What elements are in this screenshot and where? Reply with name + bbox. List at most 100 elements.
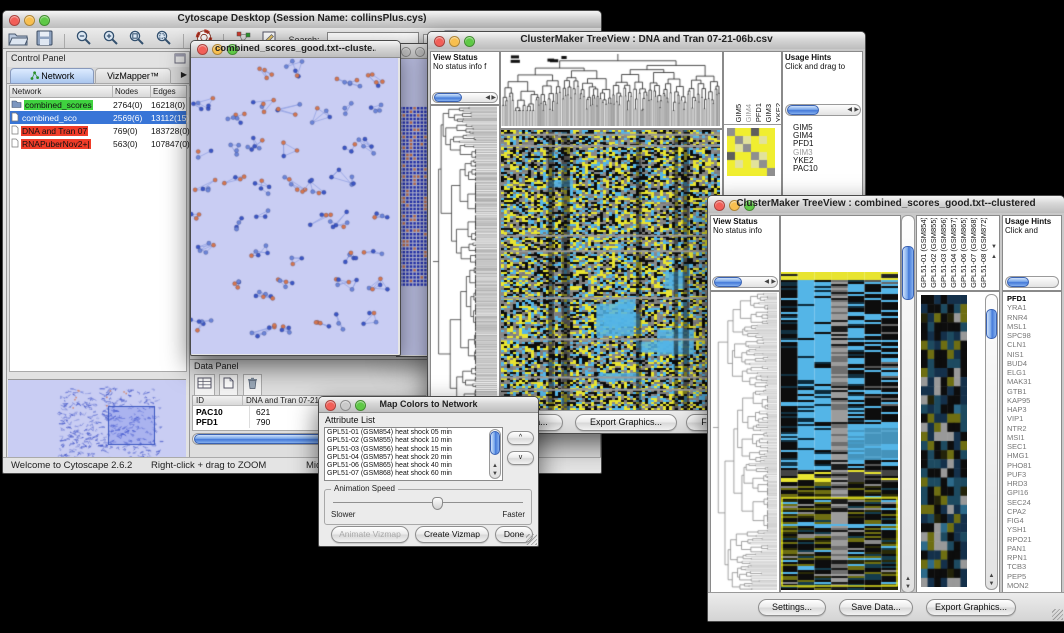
speed-slider-thumb[interactable] [432, 497, 443, 510]
tv1-heatmap-panel [500, 129, 723, 413]
attribute-items[interactable]: GPL51-01 (GSM854) heat shock 05 minGPL51… [325, 428, 502, 480]
tv2-row-dendrogram-panel [710, 291, 780, 593]
close-button[interactable] [325, 400, 336, 411]
move-up-button[interactable]: ^ [507, 431, 534, 445]
gene-labels: PFD1YRA1RNR4MSL1SPC98CLN1NIS1BUD4ELG1MAK… [1007, 294, 1032, 590]
view-status-info: No status info f [431, 62, 499, 71]
control-panel-header: Control Panel [7, 52, 189, 67]
attribute-listbox[interactable]: GPL51-01 (GSM854) heat shock 05 minGPL51… [324, 427, 503, 481]
float-panel-icon[interactable] [174, 53, 186, 66]
control-panel-tabs: Network VizMapper™ ▶ [7, 67, 189, 84]
open-session-button[interactable] [7, 29, 29, 47]
tv2-usage-panel: Usage Hints Click and [1002, 215, 1062, 291]
close-button[interactable] [401, 47, 411, 57]
delete-attribute-icon[interactable] [243, 374, 262, 396]
id-cells[interactable]: PAC10PFD1 [193, 406, 250, 428]
tv2-heatmap-vscrollbar[interactable]: ▲▼ [901, 215, 915, 593]
speed-slider-track[interactable] [333, 502, 523, 503]
tv1-col-dendrogram[interactable] [501, 52, 720, 126]
minimize-button[interactable] [415, 47, 425, 57]
network-row[interactable]: RNAPuberNov2+|563(0)107847(0) [10, 137, 186, 150]
tv2-view-status-panel: View Status No status info ◀▶ [710, 215, 780, 291]
select-attributes-icon[interactable] [194, 374, 215, 396]
tv2-column-labels: GPL51-01 (GSM854)GPL51-02 (GSM855)GPL51-… [919, 218, 989, 288]
treeview2-titlebar[interactable]: ClusterMaker TreeView : combined_scores_… [708, 196, 1064, 214]
network-row[interactable]: combined_scores2764(0)16218(0) [10, 98, 186, 111]
main-titlebar[interactable]: Cytoscape Desktop (Session Name: collins… [3, 11, 601, 29]
network-row[interactable]: combined_sco2569(6)13112(15) [10, 111, 186, 124]
tv1-uh-scrollbar[interactable]: ◀▶ [785, 104, 861, 116]
col-edges[interactable]: Edges [151, 86, 190, 97]
animation-speed-label: Animation Speed [331, 484, 398, 493]
tv2-export-graphics-button[interactable]: Export Graphics... [926, 599, 1016, 616]
tv1-vs-scrollbar[interactable]: ◀▶ [432, 92, 498, 103]
id-column-header[interactable]: ID [193, 396, 243, 405]
close-button[interactable] [9, 15, 20, 26]
zoom-fit-button[interactable] [126, 28, 148, 46]
doc-icon [11, 138, 19, 150]
faster-label: Faster [502, 510, 525, 519]
tab-vizmapper[interactable]: VizMapper™ [95, 68, 171, 84]
tv1-row-dendrogram-panel [430, 105, 500, 413]
value-cells[interactable]: 621790 [250, 406, 276, 428]
zoom-out-button[interactable] [73, 28, 95, 46]
col-network[interactable]: Network [10, 86, 113, 97]
zoom-selected-button[interactable] [153, 28, 175, 46]
treeview2-content: View Status No status info ◀▶ ▲▼ GPL51-0… [708, 213, 1064, 621]
treeview2-window: ClusterMaker TreeView : combined_scores_… [707, 195, 1064, 622]
tv2-col-labels-panel: GPL51-01 (GSM854)GPL51-02 (GSM855)GPL51-… [916, 215, 1000, 291]
tv1-row-dendrogram[interactable] [431, 106, 497, 410]
tv2-uh-scrollbar[interactable] [1005, 276, 1059, 288]
status-welcome: Welcome to Cytoscape 2.6.2 [11, 460, 132, 471]
col-nodes[interactable]: Nodes [113, 86, 151, 97]
tab-overflow-arrow[interactable]: ▶ [181, 70, 187, 79]
resize-grip[interactable] [526, 534, 537, 545]
treeview1-titlebar[interactable]: ClusterMaker TreeView : DNA and Tran 07-… [428, 32, 865, 50]
new-attribute-icon[interactable] [219, 374, 238, 396]
attribute-list-scrollbar[interactable]: ▲▼ [489, 429, 501, 479]
tv2-heatmap-panel [780, 215, 901, 593]
tv1-column-labels: GIM5GIM4PFD1GIM3YKE2PAC10 [734, 54, 780, 122]
dialog-title: Map Colors to Network [343, 399, 514, 409]
tv1-col-dendrogram-panel [500, 51, 723, 129]
tv2-zoom-vscrollbar[interactable]: ▲▼ [985, 294, 998, 590]
tv1-mini-heatmap[interactable] [727, 128, 775, 176]
close-button[interactable] [434, 36, 445, 47]
usage-hints-info: Click and [1003, 226, 1061, 235]
tv2-row-dendrogram[interactable] [711, 292, 777, 590]
close-button[interactable] [197, 44, 208, 55]
slower-label: Slower [331, 510, 355, 519]
data-panel-toolbar [194, 374, 262, 396]
tab-network[interactable]: Network [10, 68, 94, 84]
animate-vizmap-button[interactable]: Animate Vizmap [331, 526, 409, 543]
tv2-heatmap[interactable] [781, 272, 898, 590]
dialog-titlebar[interactable]: Map Colors to Network [319, 397, 538, 413]
tv1-export-graphics-button[interactable]: Export Graphics... [575, 414, 677, 431]
control-panel: Control Panel Network VizMapper™ ▶ Netwo… [6, 51, 190, 468]
tv2-save-data-button[interactable]: Save Data... [839, 599, 913, 616]
tv2-vs-scrollbar[interactable]: ◀▶ [712, 276, 778, 288]
tv2-settings-button[interactable]: Settings... [758, 599, 826, 616]
view-status-title: View Status [431, 52, 499, 62]
network-view-titlebar[interactable]: combined_scores_good.txt--cluste... [191, 41, 400, 58]
tv2-zoom-heatmap-panel: ▲▼ [916, 291, 1000, 593]
close-button[interactable] [714, 200, 725, 211]
save-session-button[interactable] [33, 29, 55, 47]
treeview1-title: ClusterMaker TreeView : DNA and Tran 07-… [452, 34, 841, 45]
move-down-button[interactable]: v [507, 451, 534, 465]
animation-speed-group: Animation Speed Slower Faster [324, 489, 532, 525]
tab-network-label: Network [41, 71, 74, 81]
tv1-heatmap[interactable] [501, 130, 720, 410]
zoom-in-button[interactable] [100, 28, 122, 46]
network-view-window: combined_scores_good.txt--cluste... [190, 40, 401, 356]
tab-vizmapper-label: VizMapper™ [107, 71, 159, 81]
tv2-zoom-heatmap[interactable] [921, 295, 967, 587]
network-overview-canvas[interactable] [8, 379, 186, 466]
control-panel-title: Control Panel [11, 53, 66, 63]
network-row[interactable]: DNA and Tran 07769(0)183728(0) [10, 124, 186, 137]
create-vizmap-button[interactable]: Create Vizmap [415, 526, 489, 543]
resize-grip[interactable] [1052, 609, 1063, 620]
folder-icon [11, 99, 22, 110]
status-hint-zoom: Right-click + drag to ZOOM [151, 460, 266, 471]
network-graph-canvas[interactable] [191, 58, 398, 354]
